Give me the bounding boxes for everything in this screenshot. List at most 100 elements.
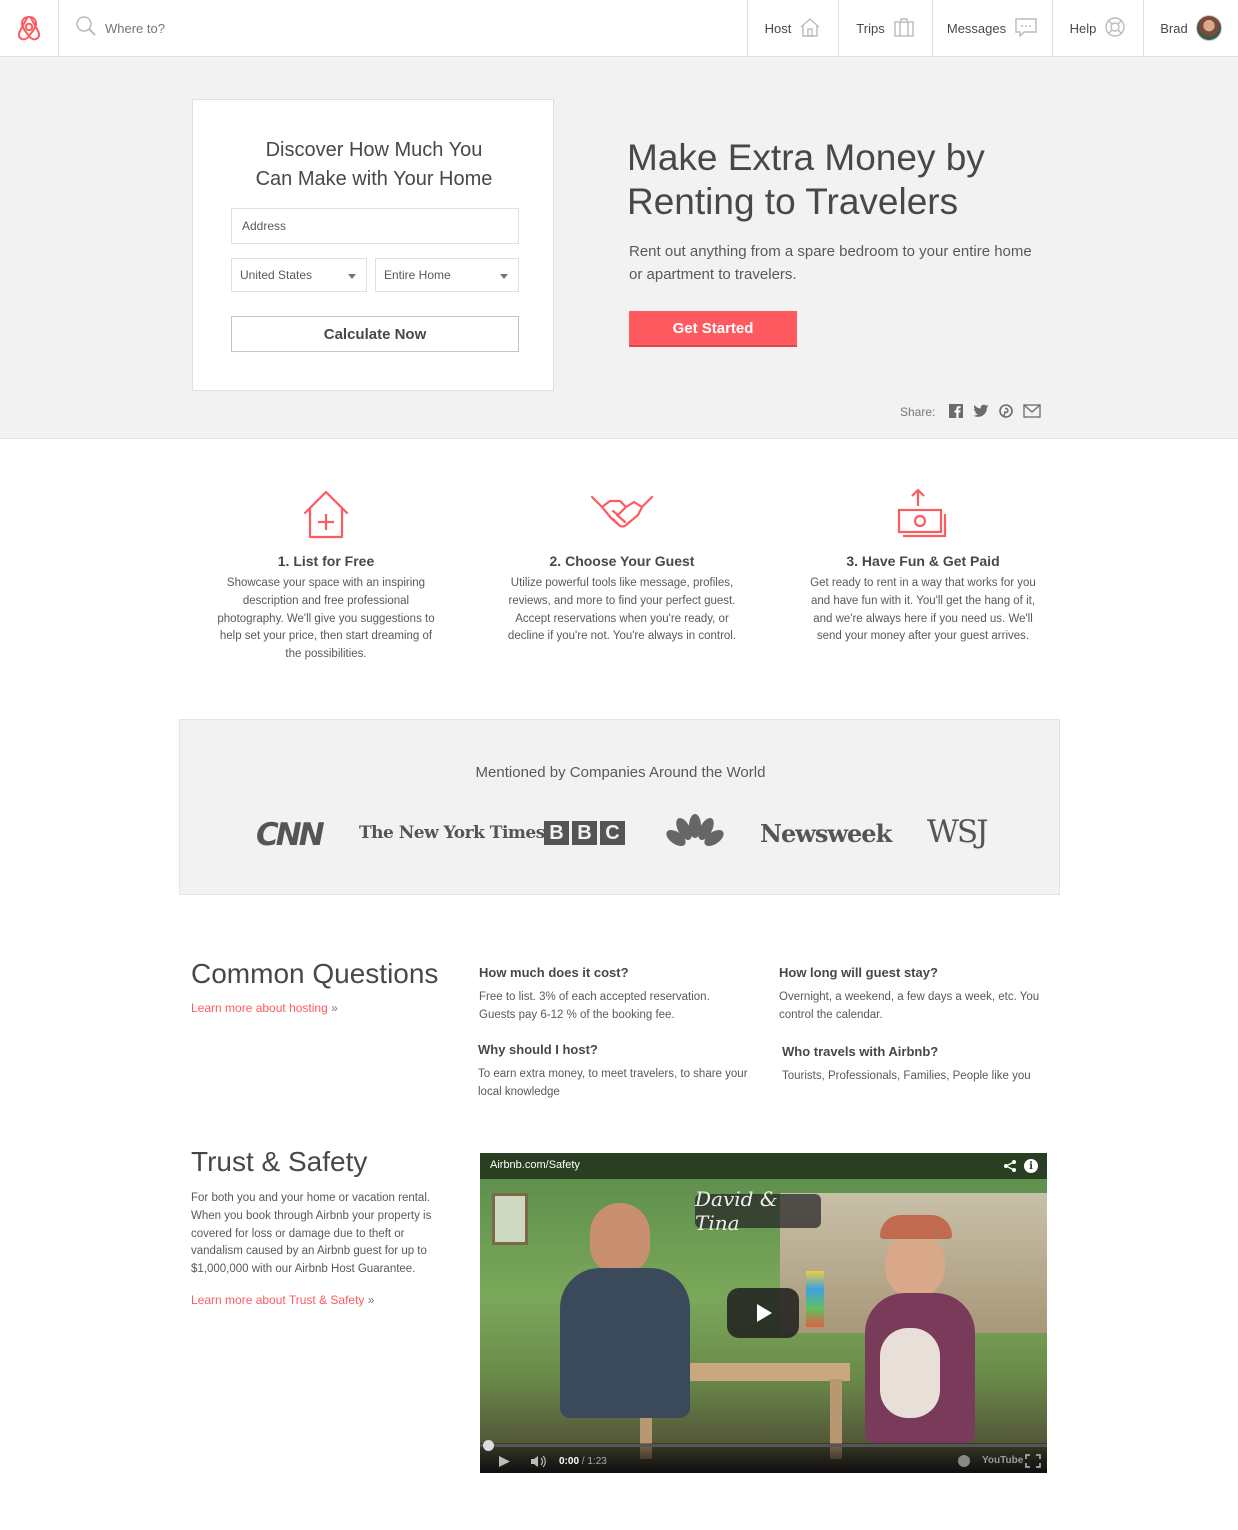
newsweek-logo: Newsweek (760, 819, 892, 848)
faq-answer: Tourists, Professionals, Families, Peopl… (782, 1070, 1031, 1082)
avatar (1195, 15, 1222, 41)
chat-bubble-icon (1014, 16, 1038, 41)
bbc-logo: B B C (544, 821, 625, 845)
video-caption: David & Tina (695, 1187, 821, 1235)
pinterest-icon[interactable] (999, 403, 1014, 421)
step-description: Utilize powerful tools like message, pro… (507, 577, 737, 643)
video-person-man-head (590, 1203, 650, 1273)
faq-item: How much does it cost? Free to list. 3% … (479, 965, 749, 1024)
country-value: United States (240, 268, 313, 282)
twitter-icon[interactable] (973, 404, 989, 421)
link-arrow: » (367, 1293, 375, 1307)
lifebuoy-icon (1104, 16, 1126, 41)
calculator-title: Discover How Much You Can Make with Your … (255, 139, 493, 190)
trust-safety-description: For both you and your home or vacation r… (191, 1192, 432, 1276)
search-icon (75, 15, 97, 42)
faq-question: Why should I host? (478, 1042, 598, 1057)
step-list-for-free: 1. List for Free Showcase your space wit… (211, 488, 441, 664)
step-description: Showcase your space with an inspiring de… (217, 577, 435, 661)
cnn-logo: CNN (256, 817, 325, 853)
faq-item: Who travels with Airbnb? Tourists, Profe… (782, 1044, 1062, 1085)
step-get-paid: 3. Have Fun & Get Paid Get ready to rent… (808, 488, 1038, 646)
room-type-select[interactable]: Entire Home (375, 258, 519, 292)
trust-safety-title: Trust & Safety (191, 1146, 368, 1177)
volume-icon[interactable] (530, 1455, 548, 1473)
nav-help-label: Help (1069, 20, 1097, 36)
top-nav-bar: Where to? Host Trips Messages Help Brad (0, 0, 1238, 57)
step-choose-guest: 2. Choose Your Guest Utilize powerful to… (507, 488, 737, 646)
faq-answer: Overnight, a weekend, a few days a week,… (779, 991, 1040, 1021)
nav-trips-label: Trips (856, 20, 885, 36)
facebook-icon[interactable] (949, 403, 964, 421)
video-title[interactable]: Airbnb.com/Safety (490, 1159, 580, 1171)
faq-item: How long will guest stay? Overnight, a w… (779, 965, 1049, 1024)
search-input[interactable]: Where to? (105, 21, 165, 36)
safety-video-player[interactable]: Airbnb.com/Safety i David & Tina 0:00 / … (480, 1153, 1047, 1473)
suitcase-icon (893, 16, 915, 41)
step-description: Get ready to rent in a way that works fo… (810, 577, 1036, 643)
address-placeholder: Address (242, 219, 287, 233)
share-icon[interactable] (1003, 1159, 1017, 1178)
email-icon[interactable] (1023, 403, 1042, 421)
faq-item: Why should I host? To earn extra money, … (478, 1042, 753, 1101)
share-label: Share: (900, 405, 936, 419)
video-time: 0:00 / 1:23 (559, 1456, 607, 1467)
nav-user-menu[interactable]: Brad (1143, 0, 1238, 56)
play-control-icon[interactable] (498, 1455, 511, 1473)
nav-messages-label: Messages (946, 20, 1007, 36)
video-person-woman-hat (880, 1215, 952, 1239)
youtube-logo[interactable]: YouTube (982, 1455, 1023, 1466)
video-toy (806, 1271, 824, 1327)
info-icon[interactable]: i (1024, 1159, 1038, 1173)
user-name: Brad (1160, 20, 1188, 36)
settings-gear-icon[interactable] (958, 1455, 970, 1467)
hero-subtitle: Rent out anything from a spare bedroom t… (629, 243, 1032, 283)
nav-host[interactable]: Host (747, 0, 838, 56)
handshake-icon (507, 488, 737, 545)
room-type-value: Entire Home (384, 268, 451, 282)
faq-question: Who travels with Airbnb? (782, 1044, 939, 1059)
search-bar[interactable]: Where to? (59, 0, 747, 56)
hero-title: Make Extra Money by Renting to Travelers (627, 137, 985, 222)
step-title: 1. List for Free (277, 553, 375, 569)
country-select[interactable]: United States (231, 258, 367, 292)
wsj-logo: WSJ (927, 814, 989, 850)
nav-host-label: Host (764, 20, 792, 36)
faq-answer: To earn extra money, to meet travelers, … (478, 1068, 748, 1098)
learn-more-trust-link[interactable]: Learn more about Trust & Safety » (191, 1293, 374, 1307)
learn-more-trust-text: Learn more about Trust & Safety (191, 1293, 365, 1307)
house-icon (799, 16, 821, 41)
calculate-now-button[interactable]: Calculate Now (231, 316, 519, 352)
fullscreen-icon[interactable] (1025, 1454, 1041, 1473)
nav-trips[interactable]: Trips (838, 0, 932, 56)
video-progress-track[interactable] (480, 1444, 1047, 1447)
play-button[interactable] (727, 1288, 799, 1338)
house-plus-icon (211, 488, 441, 545)
faq-answer: Free to list. 3% of each accepted reserv… (479, 991, 710, 1021)
address-input[interactable]: Address (231, 208, 519, 244)
video-time-total: / 1:23 (581, 1456, 607, 1467)
airbnb-logo-icon[interactable] (0, 0, 59, 56)
nav-messages[interactable]: Messages (932, 0, 1052, 56)
nbc-peacock-logo (666, 814, 724, 855)
chevron-down-icon (348, 274, 356, 279)
video-scrubber-handle[interactable] (483, 1440, 494, 1451)
video-person-woman-head (885, 1233, 945, 1298)
video-person-man (560, 1268, 690, 1418)
learn-more-hosting-link[interactable]: Learn more about hosting » (191, 1001, 338, 1015)
step-title: 2. Choose Your Guest (549, 553, 695, 569)
get-started-button[interactable]: Get Started (629, 311, 797, 347)
video-wall-picture (492, 1193, 528, 1245)
step-title: 3. Have Fun & Get Paid (846, 553, 1000, 569)
earnings-calculator-card: Discover How Much You Can Make with Your … (192, 99, 554, 391)
money-upload-icon (808, 488, 1038, 545)
nav-help[interactable]: Help (1052, 0, 1143, 56)
press-mentions: Mentioned by Companies Around the World … (179, 719, 1060, 895)
faq-question: How long will guest stay? (779, 965, 938, 980)
press-title: Mentioned by Companies Around the World (475, 764, 766, 781)
share-bar: Share: (900, 403, 1042, 421)
video-person-child (880, 1328, 940, 1418)
link-arrow: » (331, 1001, 338, 1015)
play-icon (757, 1304, 772, 1322)
common-questions-title: Common Questions (191, 958, 439, 989)
